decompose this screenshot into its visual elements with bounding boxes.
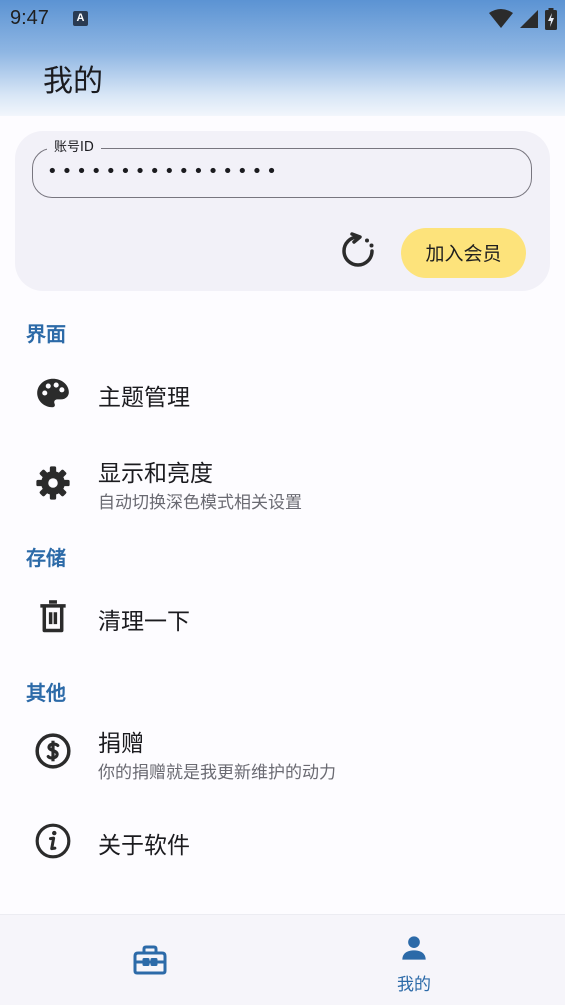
account-id-label: 账号ID xyxy=(47,140,101,156)
theme-title: 主题管理 xyxy=(98,385,190,411)
status-icons xyxy=(489,8,557,30)
battery-icon xyxy=(545,8,557,30)
section-interface-label: 界面 xyxy=(26,322,66,346)
page-title: 我的 xyxy=(43,64,103,99)
status-time: 9:47 xyxy=(10,7,49,29)
display-subtitle: 自动切换深色模式相关设置 xyxy=(98,493,302,513)
section-storage-label: 存储 xyxy=(26,546,66,570)
about-title: 关于软件 xyxy=(98,833,190,859)
bottom-nav: 我的 xyxy=(0,914,565,1005)
list-item-display[interactable]: 显示和亮度 自动切换深色模式相关设置 xyxy=(0,446,565,520)
toolbox-icon xyxy=(133,945,167,975)
notification-badge-icon: A xyxy=(73,11,88,26)
list-item-theme[interactable]: 主题管理 xyxy=(0,360,565,426)
info-icon xyxy=(35,823,71,859)
palette-icon xyxy=(37,378,69,408)
dollar-circle-icon xyxy=(35,733,71,769)
tab-mine[interactable]: 我的 xyxy=(339,915,489,1005)
list-item-donate[interactable]: 捐赠 你的捐赠就是我更新维护的动力 xyxy=(0,718,565,792)
person-icon xyxy=(402,936,426,960)
refresh-icon[interactable] xyxy=(338,231,378,271)
wifi-icon xyxy=(489,9,513,28)
account-id-field[interactable]: 账号ID •••••••••••••••• xyxy=(32,140,532,198)
status-bar: 9:47 A xyxy=(0,0,565,38)
donate-subtitle: 你的捐赠就是我更新维护的动力 xyxy=(98,763,336,783)
account-card: 账号ID •••••••••••••••• 加入会员 xyxy=(15,131,550,291)
signal-icon xyxy=(520,10,538,28)
trash-icon xyxy=(40,600,66,633)
header: 9:47 A 我的 xyxy=(0,0,565,116)
display-title: 显示和亮度 xyxy=(98,461,213,487)
account-id-value[interactable]: •••••••••••••••• xyxy=(47,161,281,183)
list-item-about[interactable]: 关于软件 xyxy=(0,808,565,874)
cleanup-title: 清理一下 xyxy=(98,609,190,635)
join-membership-button[interactable]: 加入会员 xyxy=(401,228,526,278)
gear-icon xyxy=(36,466,70,500)
section-other-label: 其他 xyxy=(26,681,66,705)
tab-toolbox[interactable] xyxy=(75,915,225,1005)
tab-mine-label: 我的 xyxy=(397,975,431,995)
donate-title: 捐赠 xyxy=(98,731,144,757)
list-item-cleanup[interactable]: 清理一下 xyxy=(0,584,565,650)
